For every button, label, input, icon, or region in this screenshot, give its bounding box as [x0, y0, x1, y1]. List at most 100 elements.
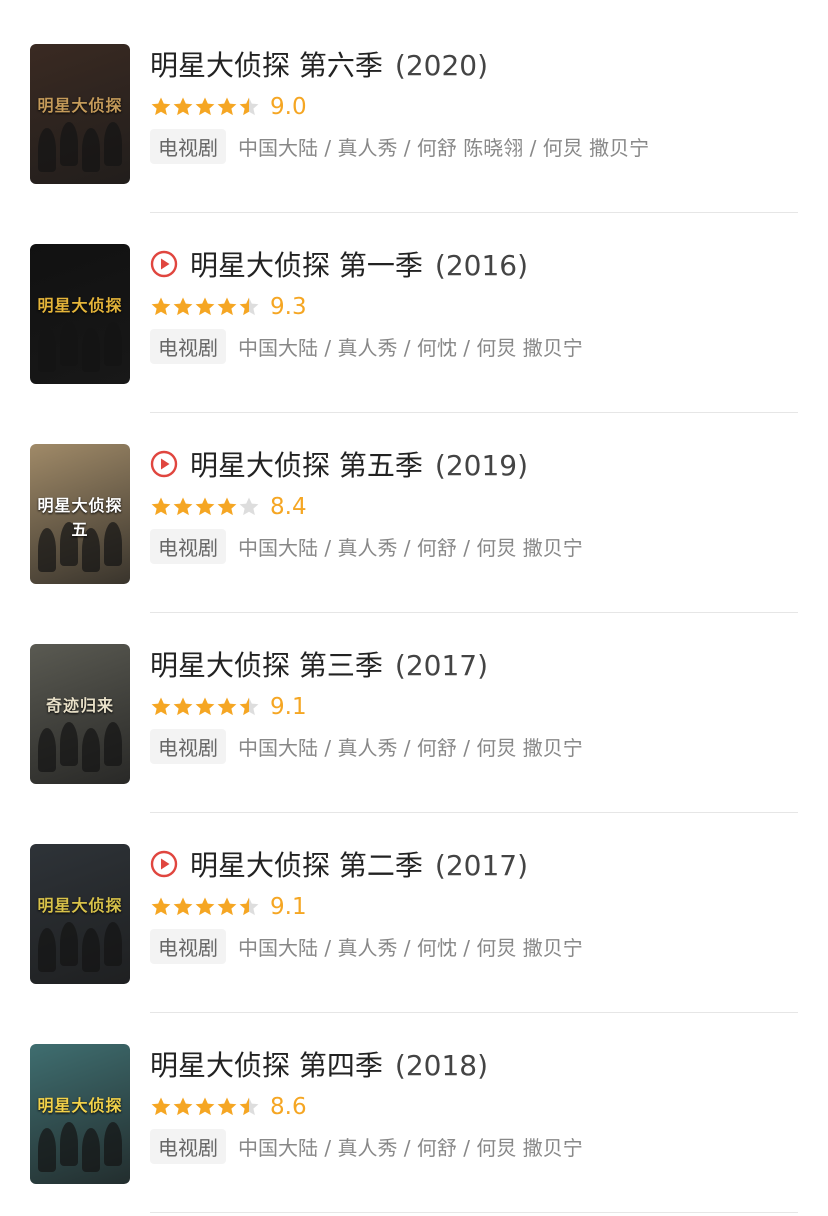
- rating-row: 9.3: [150, 292, 307, 322]
- star-icon: [151, 97, 171, 116]
- poster-image[interactable]: 明星大侦探: [30, 1044, 130, 1184]
- star-icon: [173, 97, 193, 116]
- meta-row: 电视剧 中国大陆 / 真人秀 / 何忱 / 何炅 撒贝宁: [150, 328, 583, 364]
- poster-figure: [38, 728, 56, 772]
- star-icon: [239, 697, 259, 716]
- rating-row: 9.1: [150, 892, 307, 922]
- star-icon: [151, 897, 171, 916]
- type-tag: 电视剧: [150, 728, 226, 764]
- poster-title: 明星大侦探五: [37, 496, 123, 539]
- item-title-text: 明星大侦探 第二季: [190, 849, 423, 882]
- play-icon[interactable]: [150, 850, 178, 878]
- type-tag: 电视剧: [150, 128, 226, 164]
- type-tag: 电视剧: [150, 328, 226, 364]
- play-icon[interactable]: [150, 450, 178, 478]
- rating-row: 8.4: [150, 492, 307, 522]
- title-row[interactable]: 明星大侦探 第三季 (2017): [150, 644, 488, 684]
- star-icon: [239, 297, 259, 316]
- item-title[interactable]: 明星大侦探 第二季 (2017): [190, 844, 528, 884]
- star-icon: [173, 897, 193, 916]
- item-title-text: 明星大侦探 第三季: [150, 649, 383, 682]
- rating-score: 8.4: [270, 494, 307, 520]
- poster-title: 明星大侦探: [37, 96, 123, 115]
- star-icon: [151, 497, 171, 516]
- list-item[interactable]: 明星大侦探 明星大侦探 第六季 (2020) 9.0 电视剧 中国大陆 / 真人秀 / 何…: [0, 0, 828, 213]
- poster-figure: [82, 128, 100, 172]
- poster-figure: [104, 1122, 122, 1166]
- star-icon: [151, 297, 171, 316]
- rating-row: 9.0: [150, 92, 307, 122]
- poster-figure: [60, 722, 78, 766]
- title-row[interactable]: 明星大侦探 第五季 (2019): [150, 444, 528, 484]
- star-icon: [217, 497, 237, 516]
- poster-figure: [104, 922, 122, 966]
- list-item[interactable]: 明星大侦探五 明星大侦探 第五季 (2019) 8.4 电视剧 中国大陆 / 真人秀 / …: [0, 400, 828, 613]
- meta-row: 电视剧 中国大陆 / 真人秀 / 何忱 / 何炅 撒贝宁: [150, 928, 583, 964]
- poster-figure: [82, 928, 100, 972]
- star-icon: [239, 97, 259, 116]
- divider: [150, 1212, 798, 1213]
- list-item[interactable]: 明星大侦探 明星大侦探 第二季 (2017) 9.1 电视剧 中国大陆 / 真人秀 / 何…: [0, 800, 828, 1013]
- star-icon: [239, 897, 259, 916]
- star-icon: [217, 297, 237, 316]
- item-title[interactable]: 明星大侦探 第五季 (2019): [190, 444, 528, 484]
- item-year: (2019): [434, 449, 529, 482]
- poster-figure: [60, 122, 78, 166]
- poster-figure: [38, 1128, 56, 1172]
- item-title-text: 明星大侦探 第六季: [150, 49, 383, 82]
- title-row[interactable]: 明星大侦探 第二季 (2017): [150, 844, 528, 884]
- item-meta: 中国大陆 / 真人秀 / 何忱 / 何炅 撒贝宁: [238, 935, 583, 960]
- star-rating: [150, 96, 260, 118]
- star-rating: [150, 696, 260, 718]
- rating-row: 8.6: [150, 1092, 307, 1122]
- star-icon: [217, 697, 237, 716]
- meta-row: 电视剧 中国大陆 / 真人秀 / 何舒 / 何炅 撒贝宁: [150, 728, 583, 764]
- search-result-list: 明星大侦探 明星大侦探 第六季 (2020) 9.0 电视剧 中国大陆 / 真人秀 / 何…: [0, 0, 828, 1216]
- title-row[interactable]: 明星大侦探 第一季 (2016): [150, 244, 528, 284]
- poster-figure: [104, 122, 122, 166]
- rating-score: 9.0: [270, 94, 307, 120]
- play-icon[interactable]: [150, 250, 178, 278]
- item-title[interactable]: 明星大侦探 第六季 (2020): [150, 44, 488, 84]
- list-item[interactable]: 奇迹归来 明星大侦探 第三季 (2017) 9.1 电视剧 中国大陆 / 真人秀 / 何舒…: [0, 600, 828, 813]
- star-icon: [195, 697, 215, 716]
- star-rating: [150, 1096, 260, 1118]
- star-icon: [173, 697, 193, 716]
- item-year: (2018): [394, 1049, 489, 1082]
- item-year: (2017): [394, 649, 489, 682]
- item-meta: 中国大陆 / 真人秀 / 何忱 / 何炅 撒贝宁: [238, 335, 583, 360]
- star-icon: [217, 97, 237, 116]
- poster-figure: [38, 328, 56, 372]
- type-tag: 电视剧: [150, 528, 226, 564]
- poster-figure: [104, 322, 122, 366]
- rating-score: 9.3: [270, 294, 307, 320]
- item-title[interactable]: 明星大侦探 第一季 (2016): [190, 244, 528, 284]
- poster-figure: [60, 1122, 78, 1166]
- poster-figure: [38, 928, 56, 972]
- item-year: (2020): [394, 49, 489, 82]
- title-row[interactable]: 明星大侦探 第四季 (2018): [150, 1044, 488, 1084]
- list-item[interactable]: 明星大侦探 明星大侦探 第一季 (2016) 9.3 电视剧 中国大陆 / 真人秀 / 何…: [0, 200, 828, 413]
- star-icon: [173, 297, 193, 316]
- item-title[interactable]: 明星大侦探 第四季 (2018): [150, 1044, 488, 1084]
- star-icon: [151, 697, 171, 716]
- item-meta: 中国大陆 / 真人秀 / 何舒 / 何炅 撒贝宁: [238, 1135, 583, 1160]
- poster-figure: [82, 728, 100, 772]
- poster-image[interactable]: 明星大侦探五: [30, 444, 130, 584]
- list-item[interactable]: 明星大侦探 明星大侦探 第四季 (2018) 8.6 电视剧 中国大陆 / 真人秀 / 何…: [0, 1000, 828, 1213]
- meta-row: 电视剧 中国大陆 / 真人秀 / 何舒 / 何炅 撒贝宁: [150, 528, 583, 564]
- star-rating: [150, 296, 260, 318]
- item-year: (2016): [434, 249, 529, 282]
- star-icon: [195, 497, 215, 516]
- rating-score: 8.6: [270, 1094, 307, 1120]
- rating-row: 9.1: [150, 692, 307, 722]
- item-title[interactable]: 明星大侦探 第三季 (2017): [150, 644, 488, 684]
- poster-image[interactable]: 明星大侦探: [30, 44, 130, 184]
- star-icon: [195, 97, 215, 116]
- poster-image[interactable]: 奇迹归来: [30, 644, 130, 784]
- poster-image[interactable]: 明星大侦探: [30, 244, 130, 384]
- meta-row: 电视剧 中国大陆 / 真人秀 / 何舒 陈晓翎 / 何炅 撒贝宁: [150, 128, 649, 164]
- title-row[interactable]: 明星大侦探 第六季 (2020): [150, 44, 488, 84]
- poster-image[interactable]: 明星大侦探: [30, 844, 130, 984]
- star-icon: [195, 1097, 215, 1116]
